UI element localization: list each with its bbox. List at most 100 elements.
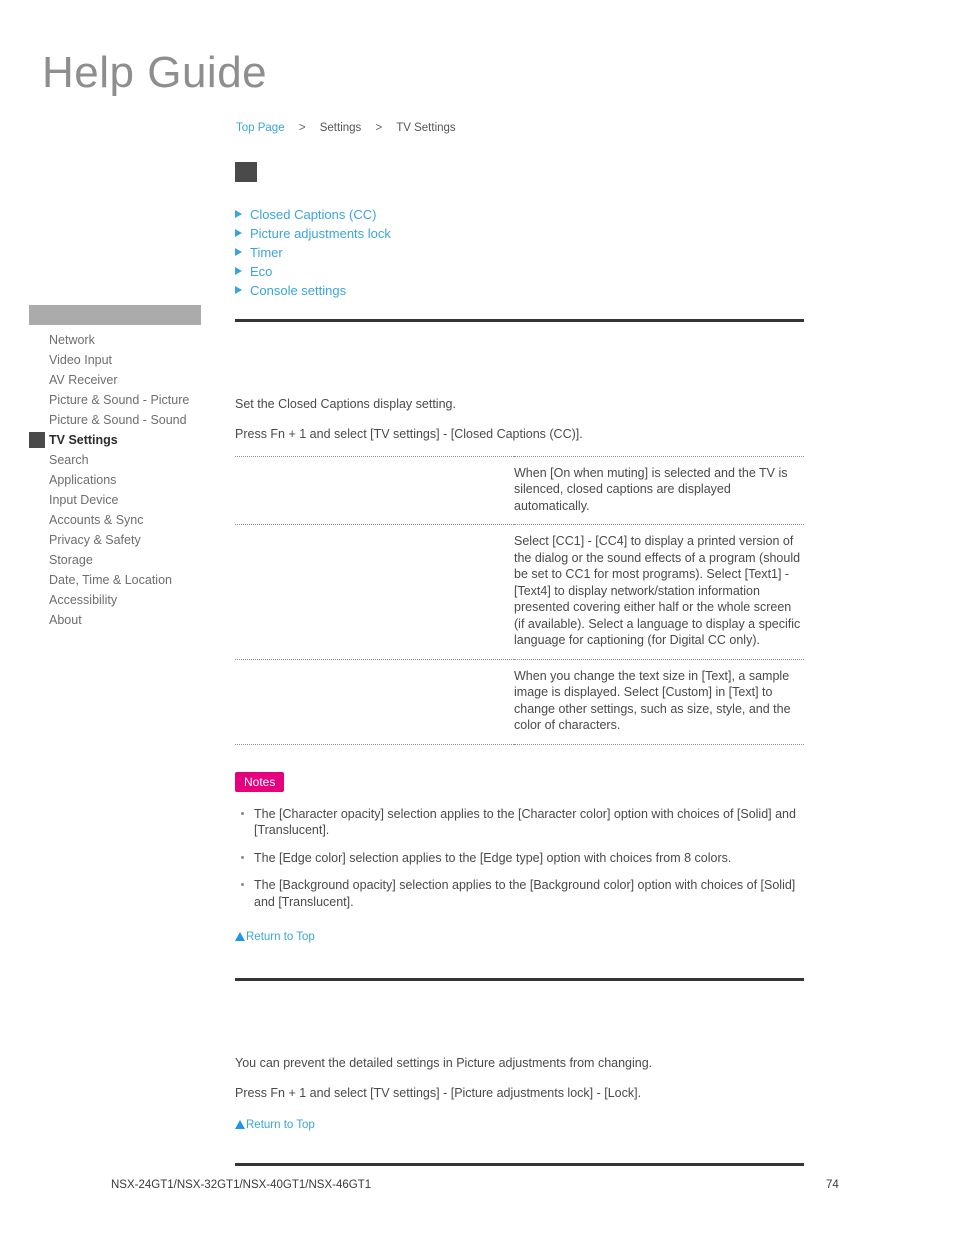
note-text: The [Background opacity] selection appli… <box>254 878 796 909</box>
sidebar-item-label: Date, Time & Location <box>49 573 172 587</box>
return-to-top-row: Return to Top <box>235 1115 804 1133</box>
table-row: Select [CC1] - [CC4] to display a printe… <box>235 524 804 660</box>
jump-link-timer[interactable]: Timer <box>250 245 283 260</box>
sidebar-item-storage[interactable]: Storage <box>29 550 201 570</box>
sidebar-list: Network Video Input AV Receiver Picture … <box>29 330 201 630</box>
sidebar-item-date-time-location[interactable]: Date, Time & Location <box>29 570 201 590</box>
section-paragraph: Press Fn + 1 and select [TV settings] - … <box>235 1085 642 1100</box>
triangle-right-icon <box>235 286 242 294</box>
table-cell-label <box>235 525 514 660</box>
breadcrumb-item-settings[interactable]: Settings <box>320 122 362 134</box>
return-to-top-link[interactable]: Return to Top <box>235 930 315 945</box>
footer-model-names: NSX-24GT1/NSX-32GT1/NSX-40GT1/NSX-46GT1 <box>111 1179 372 1191</box>
section-paragraph: Set the Closed Captions display setting. <box>235 396 456 411</box>
section-paragraph: You can prevent the detailed settings in… <box>235 1055 653 1070</box>
sidebar-item-video-input[interactable]: Video Input <box>29 350 201 370</box>
bullet-dot-icon <box>241 883 244 887</box>
breadcrumb-item-tv-settings: TV Settings <box>396 122 456 134</box>
sidebar-item-picture-sound-picture[interactable]: Picture & Sound - Picture <box>29 390 201 410</box>
sidebar-header-bar <box>29 305 201 325</box>
masthead: Help Guide <box>42 47 442 99</box>
sidebar-item-label: Privacy & Safety <box>49 533 141 547</box>
sidebar-item-label: Video Input <box>49 353 113 367</box>
sidebar-item-input-device[interactable]: Input Device <box>29 490 201 510</box>
sidebar-item-privacy-safety[interactable]: Privacy & Safety <box>29 530 201 550</box>
triangle-right-icon <box>235 248 242 256</box>
sidebar-item-accounts-sync[interactable]: Accounts & Sync <box>29 510 201 530</box>
sidebar-item-label: Input Device <box>49 493 119 507</box>
bullet-dot-icon <box>241 811 244 815</box>
return-to-top-row: Return to Top <box>235 927 804 945</box>
sidebar-item-label: Picture & Sound - Picture <box>49 393 190 407</box>
return-to-top-link[interactable]: Return to Top <box>235 1118 315 1133</box>
jump-link-row: Timer <box>235 243 795 262</box>
sidebar-item-label: Storage <box>49 553 93 567</box>
jump-link-console-settings[interactable]: Console settings <box>250 283 346 298</box>
sidebar-item-label: Applications <box>49 473 117 487</box>
list-item: The [Background opacity] selection appli… <box>235 877 804 910</box>
sidebar-item-search[interactable]: Search <box>29 450 201 470</box>
table-row: When you change the text size in [Text],… <box>235 659 804 745</box>
section-divider <box>235 319 804 322</box>
jump-link-eco[interactable]: Eco <box>250 264 272 279</box>
bullet-dot-icon <box>241 855 244 859</box>
jump-link-list: Closed Captions (CC) Picture adjustments… <box>235 205 795 300</box>
jump-link-closed-captions[interactable]: Closed Captions (CC) <box>250 207 376 222</box>
jump-link-row: Closed Captions (CC) <box>235 205 795 224</box>
table-cell-description: Select [CC1] - [CC4] to display a printe… <box>514 534 801 648</box>
notes-block: Notes The [Character opacity] selection … <box>235 771 804 911</box>
sidebar-item-label: Search <box>49 453 89 467</box>
sidebar-item-label: TV Settings <box>49 433 118 447</box>
sidebar: Network Video Input AV Receiver Picture … <box>29 305 201 630</box>
section-picture-adjustments-lock: You can prevent the detailed settings in… <box>235 978 804 1133</box>
triangle-up-icon <box>235 932 245 942</box>
jump-link-picture-adjustments-lock[interactable]: Picture adjustments lock <box>250 226 391 241</box>
list-item: The [Character opacity] selection applie… <box>235 806 804 839</box>
section-heading-picture-adjustments-lock <box>235 1001 804 1035</box>
triangle-up-icon <box>235 1119 245 1129</box>
triangle-right-icon <box>235 267 242 275</box>
notes-badge: Notes <box>235 771 285 792</box>
sidebar-item-label: AV Receiver <box>49 373 118 387</box>
sidebar-item-label: Network <box>49 333 95 347</box>
table-cell-description: When [On when muting] is selected and th… <box>514 465 788 513</box>
sidebar-item-about[interactable]: About <box>29 610 201 630</box>
active-marker-icon <box>29 432 45 448</box>
sidebar-item-picture-sound-sound[interactable]: Picture & Sound - Sound <box>29 410 201 430</box>
sidebar-item-label: About <box>49 613 82 627</box>
jump-link-row: Picture adjustments lock <box>235 224 795 243</box>
sidebar-item-av-receiver[interactable]: AV Receiver <box>29 370 201 390</box>
sidebar-item-network[interactable]: Network <box>29 330 201 350</box>
sidebar-item-applications[interactable]: Applications <box>29 470 201 490</box>
sidebar-item-label: Accounts & Sync <box>49 513 144 527</box>
breadcrumb-separator: > <box>375 122 383 134</box>
table-row: When [On when muting] is selected and th… <box>235 456 804 525</box>
breadcrumb-separator: > <box>298 122 306 134</box>
table-cell-label <box>235 456 514 525</box>
help-guide-logo: Help Guide <box>42 48 268 97</box>
breadcrumb: Top Page > Settings > TV Settings <box>236 120 456 136</box>
sidebar-item-label: Picture & Sound - Sound <box>49 413 187 427</box>
section-heading-closed-captions <box>235 342 804 376</box>
table-cell-label <box>235 659 514 744</box>
triangle-right-icon <box>235 229 242 237</box>
jump-link-row: Console settings <box>235 281 795 300</box>
table-cell-description: When you change the text size in [Text],… <box>514 668 791 733</box>
footer-page-number: 74 <box>826 1179 839 1191</box>
footer-divider <box>235 1163 804 1166</box>
settings-table: When [On when muting] is selected and th… <box>235 456 804 745</box>
jump-link-row: Eco <box>235 262 795 281</box>
triangle-right-icon <box>235 210 242 218</box>
note-text: The [Edge color] selection applies to th… <box>254 850 732 865</box>
sidebar-item-accessibility[interactable]: Accessibility <box>29 590 201 610</box>
note-text: The [Character opacity] selection applie… <box>254 806 796 838</box>
page-thumbnail-placeholder-icon <box>235 162 257 182</box>
breadcrumb-item-top-page[interactable]: Top Page <box>236 122 285 134</box>
list-item: The [Edge color] selection applies to th… <box>235 850 804 867</box>
section-divider <box>235 978 804 981</box>
notes-list: The [Character opacity] selection applie… <box>235 806 804 911</box>
sidebar-item-label: Accessibility <box>49 593 118 607</box>
section-paragraph: Press Fn + 1 and select [TV settings] - … <box>235 426 583 441</box>
sidebar-item-tv-settings[interactable]: TV Settings <box>29 430 201 450</box>
section-closed-captions: Set the Closed Captions display setting.… <box>235 319 804 945</box>
